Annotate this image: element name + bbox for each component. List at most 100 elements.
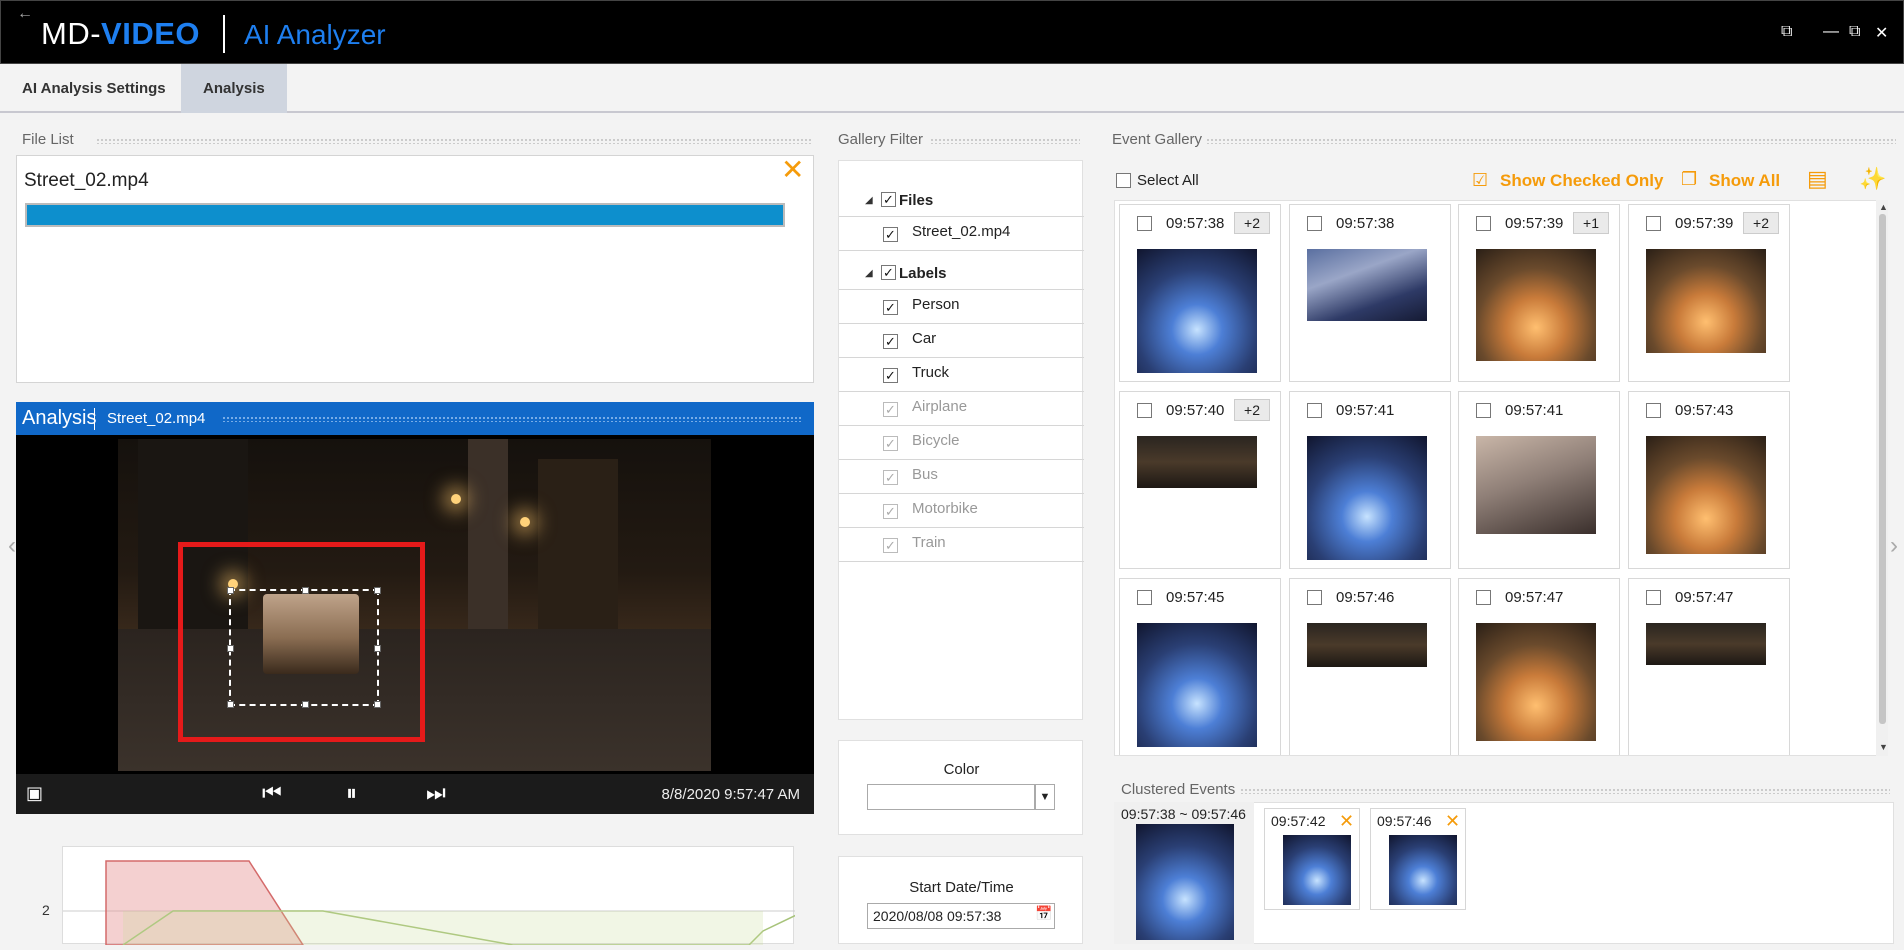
cluster-item[interactable]: 09:57:38 ~ 09:57:46 (1114, 802, 1254, 944)
event-checkbox[interactable] (1476, 403, 1491, 418)
event-checkbox[interactable] (1307, 403, 1322, 418)
tab-ai-analysis-settings[interactable]: AI Analysis Settings (0, 64, 188, 113)
resize-handle[interactable] (374, 645, 381, 652)
tab-bar: AI Analysis Settings Analysis (0, 64, 1904, 113)
previous-icon[interactable]: ⏮ (262, 781, 282, 805)
tree-item-file[interactable]: ✓ Street_02.mp4 (839, 217, 1084, 251)
file-checkbox[interactable]: ✓ (883, 227, 898, 242)
event-checkbox[interactable] (1307, 590, 1322, 605)
event-card[interactable]: 09:57:47 (1458, 578, 1620, 755)
checkbox-icon[interactable]: ☑ (1472, 170, 1488, 191)
calendar-icon[interactable]: 📅 (1035, 905, 1052, 922)
remove-cluster-icon[interactable]: ✕ (1445, 811, 1460, 832)
label-checkbox: ✓ (883, 470, 898, 485)
event-count-badge: +2 (1743, 212, 1779, 234)
event-card[interactable]: 09:57:46 (1289, 578, 1451, 755)
event-card[interactable]: 09:57:43 (1628, 391, 1790, 569)
event-checkbox[interactable] (1476, 216, 1491, 231)
show-all-button[interactable]: Show All (1709, 171, 1780, 191)
selection-box[interactable] (227, 587, 381, 708)
start-date-input[interactable]: 2020/08/08 09:57:38 (867, 903, 1055, 929)
event-card[interactable]: 09:57:41 (1289, 391, 1451, 569)
tree-node-files[interactable]: ◢ ✓ Files (839, 183, 1084, 217)
tree-item-label[interactable]: ✓ Truck (839, 358, 1084, 392)
event-time: 09:57:40 (1166, 402, 1225, 419)
tree-item-label: ✓ Bus (839, 460, 1084, 494)
event-checkbox[interactable] (1476, 590, 1491, 605)
resize-handle[interactable] (302, 587, 309, 594)
event-checkbox[interactable] (1646, 403, 1661, 418)
event-thumbnail (1137, 436, 1257, 488)
scroll-down-icon[interactable]: ▼ (1879, 742, 1888, 752)
pause-icon[interactable]: ⏸ (346, 781, 357, 805)
event-card[interactable]: 09:57:39 +2 (1628, 204, 1790, 382)
file-progress-bar (25, 203, 785, 227)
event-gallery-title: Event Gallery (1112, 131, 1203, 148)
app-title: AI Analyzer (244, 19, 386, 50)
tree-item-label[interactable]: ✓ Person (839, 290, 1084, 324)
cluster-time: 09:57:46 (1377, 813, 1432, 829)
event-card[interactable]: 09:57:40 +2 (1119, 391, 1281, 569)
tab-analysis[interactable]: Analysis (181, 64, 287, 113)
event-card[interactable]: 09:57:41 (1458, 391, 1620, 569)
event-card[interactable]: 09:57:47 (1628, 578, 1790, 755)
chevron-left-icon[interactable]: ‹ (8, 532, 16, 560)
remove-cluster-icon[interactable]: ✕ (1339, 811, 1354, 832)
event-checkbox[interactable] (1137, 216, 1152, 231)
event-card[interactable]: 09:57:39 +1 (1458, 204, 1620, 382)
chevron-right-icon[interactable]: › (1890, 532, 1898, 560)
resize-handle[interactable] (302, 701, 309, 708)
event-checkbox[interactable] (1137, 590, 1152, 605)
event-checkbox[interactable] (1646, 590, 1661, 605)
resize-handle[interactable] (227, 645, 234, 652)
arrow-left-icon[interactable]: ← (17, 5, 33, 23)
event-checkbox[interactable] (1137, 403, 1152, 418)
select-all-label[interactable]: Select All (1137, 172, 1199, 189)
restore-icon[interactable]: ⧉ (1781, 23, 1792, 41)
event-time: 09:57:38 (1336, 215, 1395, 232)
event-checkbox[interactable] (1307, 216, 1322, 231)
show-checked-only-button[interactable]: Show Checked Only (1500, 171, 1663, 191)
scrollbar-thumb[interactable] (1879, 214, 1886, 724)
resize-handle[interactable] (227, 587, 234, 594)
event-thumbnail (1137, 249, 1257, 373)
fit-screen-icon[interactable]: ▣ (26, 781, 43, 805)
chevron-down-icon[interactable]: ▼ (1035, 784, 1055, 810)
event-card[interactable]: 09:57:45 (1119, 578, 1281, 755)
tree-item-label[interactable]: ✓ Car (839, 324, 1084, 358)
close-icon[interactable]: ✕ (1875, 23, 1888, 43)
cluster-range: 09:57:38 ~ 09:57:46 (1121, 806, 1246, 822)
section-divider (1240, 788, 1890, 794)
event-card[interactable]: 09:57:38 (1289, 204, 1451, 382)
cluster-item[interactable]: 09:57:42 ✕ (1264, 808, 1360, 910)
expand-arrow-icon[interactable]: ◢ (865, 195, 873, 206)
resize-handle[interactable] (227, 701, 234, 708)
analysis-title: Analysis (22, 407, 97, 429)
color-select[interactable] (867, 784, 1035, 810)
event-card[interactable]: 09:57:38 +2 (1119, 204, 1281, 382)
label-checkbox[interactable]: ✓ (883, 334, 898, 349)
label-checkbox[interactable]: ✓ (883, 368, 898, 383)
maximize-icon[interactable]: ⧉ (1849, 23, 1860, 41)
cluster-item[interactable]: 09:57:46 ✕ (1370, 808, 1466, 910)
section-divider (930, 138, 1080, 144)
expand-arrow-icon[interactable]: ◢ (865, 268, 873, 279)
labels-checkbox[interactable]: ✓ (881, 265, 896, 280)
layers-icon[interactable]: ▤ (1807, 166, 1828, 192)
minimize-icon[interactable]: — (1823, 23, 1839, 41)
clean-icon[interactable]: ✨ (1859, 166, 1886, 192)
label-train: Train (912, 534, 946, 551)
next-icon[interactable]: ⏭ (426, 781, 446, 805)
tree-node-labels[interactable]: ◢ ✓ Labels (839, 256, 1084, 290)
remove-file-icon[interactable]: ✕ (781, 156, 804, 184)
resize-handle[interactable] (374, 587, 381, 594)
resize-handle[interactable] (374, 701, 381, 708)
scroll-up-icon[interactable]: ▲ (1879, 202, 1888, 212)
files-header: Files (899, 192, 934, 209)
event-checkbox[interactable] (1646, 216, 1661, 231)
label-checkbox[interactable]: ✓ (883, 300, 898, 315)
files-checkbox[interactable]: ✓ (881, 192, 896, 207)
brand-divider (223, 15, 225, 53)
select-all-checkbox[interactable] (1116, 173, 1131, 188)
copy-icon[interactable]: ❐ (1681, 169, 1697, 190)
